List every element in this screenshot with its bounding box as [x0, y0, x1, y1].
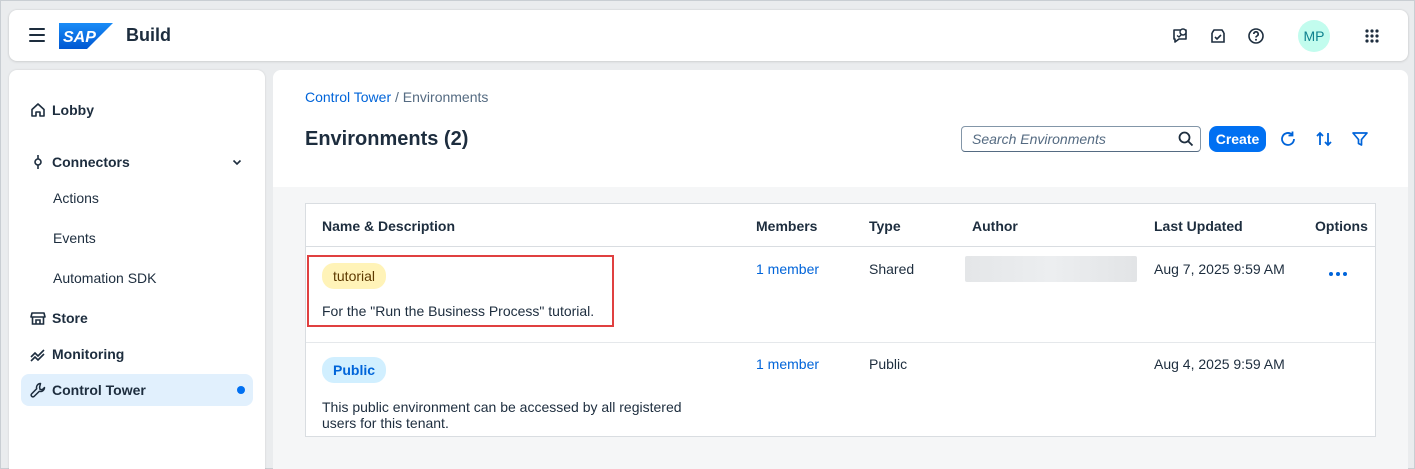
create-button[interactable]: Create	[1209, 126, 1266, 152]
column-header-author: Author	[972, 218, 1018, 234]
nav-item-control-tower[interactable]: Control Tower	[21, 374, 253, 406]
app-grid-icon[interactable]	[1356, 20, 1388, 52]
nav-label-control-tower: Control Tower	[52, 382, 146, 398]
help-icon[interactable]	[1240, 20, 1272, 52]
members-link[interactable]: 1 member	[756, 261, 819, 277]
environments-table: Name & Description Members Type Author L…	[305, 203, 1376, 437]
logo-text: SAP	[63, 29, 96, 46]
environment-tag: tutorial	[322, 263, 387, 289]
nav-sub-events[interactable]: Events	[53, 230, 96, 246]
more-options-icon[interactable]	[1324, 267, 1352, 281]
active-indicator	[237, 386, 245, 394]
environment-type: Shared	[869, 261, 915, 277]
table-row[interactable]: Public This public environment can be ac…	[306, 343, 1375, 437]
nav-label-lobby: Lobby	[52, 102, 94, 118]
column-header-name: Name & Description	[322, 218, 456, 234]
environment-tag: Public	[322, 357, 387, 383]
chevron-down-icon[interactable]	[231, 156, 243, 168]
nav-sub-actions[interactable]: Actions	[53, 190, 99, 206]
sap-logo[interactable]: SAP	[59, 23, 113, 49]
breadcrumb-separator: /	[391, 89, 403, 105]
nav-label-store: Store	[52, 310, 88, 326]
menu-icon[interactable]	[29, 28, 45, 42]
sort-icon[interactable]	[1313, 128, 1335, 150]
downloads-icon[interactable]	[1202, 20, 1234, 52]
shell-actions: MP	[1158, 20, 1388, 52]
user-avatar[interactable]: MP	[1298, 20, 1330, 52]
assistant-icon[interactable]	[1164, 20, 1196, 52]
shell-bar: SAP Build MP	[9, 10, 1408, 61]
product-name: Build	[126, 25, 171, 45]
monitoring-icon	[29, 345, 47, 363]
tag-public: Public	[322, 357, 387, 383]
page-header: Control Tower / Environments Environment…	[273, 70, 1408, 187]
store-icon	[29, 309, 47, 327]
column-header-options: Options	[1315, 218, 1368, 234]
column-header-members: Members	[756, 218, 818, 234]
breadcrumb: Control Tower / Environments	[305, 89, 488, 105]
members-link[interactable]: 1 member	[756, 356, 819, 372]
nav-item-lobby[interactable]: Lobby	[21, 94, 253, 126]
side-navigation: Lobby Connectors Actions Events Automati…	[9, 70, 265, 469]
wrench-icon	[29, 381, 47, 399]
environment-type: Public	[869, 356, 908, 372]
home-icon	[29, 101, 47, 119]
table-row[interactable]: tutorial For the "Run the Business Proce…	[306, 247, 1375, 343]
table-header: Name & Description Members Type Author L…	[306, 204, 1375, 247]
nav-item-connectors[interactable]: Connectors	[21, 146, 253, 178]
column-header-last-updated: Last Updated	[1154, 218, 1243, 234]
tag-tutorial: tutorial	[322, 263, 387, 289]
filter-icon[interactable]	[1349, 128, 1371, 150]
environment-description: For the "Run the Business Process" tutor…	[322, 303, 595, 319]
search-icon[interactable]	[1178, 131, 1194, 147]
main-content: Control Tower / Environments Environment…	[273, 70, 1408, 469]
environment-description: This public environment can be accessed …	[322, 399, 682, 431]
refresh-icon[interactable]	[1277, 128, 1299, 150]
search-input[interactable]	[962, 127, 1162, 151]
nav-label-monitoring: Monitoring	[52, 346, 125, 362]
nav-item-store[interactable]: Store	[21, 302, 253, 334]
nav-item-monitoring[interactable]: Monitoring	[21, 338, 253, 370]
page-title: Environments (2)	[305, 128, 469, 150]
last-updated: Aug 7, 2025 9:59 AM	[1154, 261, 1285, 277]
nav-sub-automation-sdk[interactable]: Automation SDK	[53, 270, 157, 286]
breadcrumb-current: Environments	[402, 89, 489, 105]
breadcrumb-link-control-tower[interactable]: Control Tower	[305, 89, 391, 105]
column-header-type: Type	[869, 218, 901, 234]
author-redacted	[965, 256, 1137, 282]
nav-label-connectors: Connectors	[52, 154, 130, 170]
search-field[interactable]	[961, 126, 1201, 152]
connector-icon	[29, 153, 47, 171]
last-updated: Aug 4, 2025 9:59 AM	[1154, 356, 1285, 372]
